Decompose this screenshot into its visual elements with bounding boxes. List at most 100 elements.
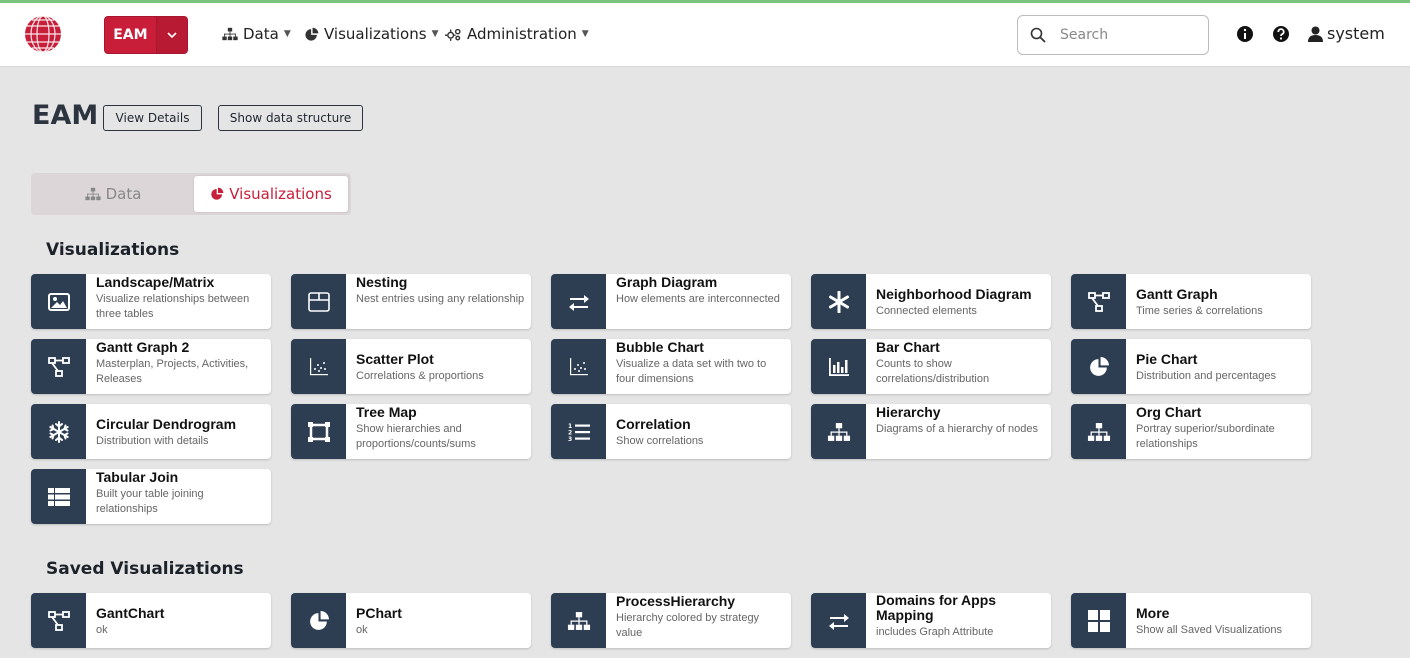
saved-card-domains-for-apps-mapping[interactable]: Domains for Apps Mapping includes Graph A… (811, 593, 1051, 648)
viz-card-title: Hierarchy (876, 404, 941, 420)
menu-data-label: Data (243, 25, 279, 43)
saved-card-title: PChart (356, 605, 402, 621)
viz-card-desc: Connected elements (876, 305, 977, 317)
viz-card-desc: Diagrams of a hierarchy of nodes (876, 423, 1039, 435)
viz-card-org-chart[interactable]: Org Chart Portray superior/subordinate re… (1071, 404, 1311, 459)
viz-card-title: Tree Map (356, 404, 417, 420)
grid-icon (1087, 609, 1110, 632)
user-name: system (1327, 24, 1385, 43)
tab-visualizations[interactable]: Visualizations (194, 176, 348, 212)
chevron-down-icon: ▼ (283, 29, 291, 39)
app-logo[interactable] (24, 15, 62, 53)
menu-data[interactable]: Data ▼ (222, 25, 291, 43)
sitemap-icon (222, 27, 238, 41)
saved-card-more[interactable]: More Show all Saved Visualizations (1071, 593, 1311, 648)
search-input[interactable] (1060, 27, 1190, 43)
viz-card-desc: Portray superior/subordinate relationshi… (1136, 423, 1275, 450)
viz-card-hierarchy[interactable]: Hierarchy Diagrams of a hierarchy of node… (811, 404, 1051, 459)
viz-card-gantt-graph-2[interactable]: Gantt Graph 2 Masterplan, Projects, Activ… (31, 339, 271, 394)
workspace-switcher[interactable]: EAM (104, 16, 188, 54)
tab-data[interactable]: Data (34, 176, 192, 212)
saved-card-title: ProcessHierarchy (616, 593, 736, 609)
cogs-icon (445, 28, 461, 41)
top-navbar: EAM Data ▼ Visualizations ▼ Administrati… (0, 3, 1410, 67)
viz-card-title: Pie Chart (1136, 351, 1198, 367)
menu-administration-label: Administration (467, 25, 577, 43)
viz-card-bubble-chart[interactable]: Bubble Chart Visualize a data set with tw… (551, 339, 791, 394)
treemap-icon (307, 421, 330, 442)
viz-card-tabular-join[interactable]: Tabular Join Built your table joining rel… (31, 469, 271, 524)
viz-card-desc: Built your table joining relationships (96, 488, 204, 515)
viz-card-neighborhood-diagram[interactable]: Neighborhood Diagram Connected elements (811, 274, 1051, 329)
saved-card-pchart[interactable]: PChart ok (291, 593, 531, 648)
viz-card-title: Correlation (616, 416, 691, 432)
view-tabs: Data Visualizations (31, 173, 351, 215)
saved-card-processhierarchy[interactable]: ProcessHierarchy Hierarchy colored by str… (551, 593, 791, 648)
asterisk-icon (828, 290, 849, 313)
saved-card-title: Domains for Apps Mapping (876, 593, 997, 623)
pie-chart-icon (309, 610, 329, 630)
tab-data-label: Data (105, 185, 142, 203)
exchange-icon (568, 294, 589, 311)
svg-text:3: 3 (568, 436, 572, 442)
viz-card-correlation[interactable]: 123 Correlation Show correlations (551, 404, 791, 459)
sitemap-icon (567, 611, 590, 630)
view-details-button[interactable]: View Details (103, 105, 202, 131)
saved-card-desc: Show all Saved Visualizations (1136, 624, 1282, 636)
sitemap-icon (827, 422, 850, 441)
saved-card-title: More (1136, 605, 1170, 621)
visualizations-section-title: Visualizations (46, 240, 180, 260)
saved-card-desc: ok (96, 624, 108, 636)
sitemap-icon (84, 187, 101, 201)
viz-card-tree-map[interactable]: Tree Map Show hierarchies and proportions… (291, 404, 531, 459)
viz-card-graph-diagram[interactable]: Graph Diagram How elements are interconne… (551, 274, 791, 329)
saved-card-gantchart[interactable]: GantChart ok (31, 593, 271, 648)
help-icon[interactable] (1272, 25, 1290, 43)
viz-card-title: Circular Dendrogram (96, 416, 237, 432)
viz-card-desc: How elements are interconnected (616, 293, 780, 305)
viz-card-gantt-graph[interactable]: Gantt Graph Time series & correlations (1071, 274, 1311, 329)
viz-card-desc: Masterplan, Projects, Activities, Releas… (96, 358, 249, 385)
viz-card-circular-dendrogram[interactable]: Circular Dendrogram Distribution with det… (31, 404, 271, 459)
tab-visualizations-label: Visualizations (229, 185, 332, 203)
saved-card-desc: includes Graph Attribute (876, 626, 994, 638)
info-icon[interactable] (1236, 25, 1254, 43)
flow-icon (1087, 291, 1110, 312)
saved-visualizations-section-title: Saved Visualizations (46, 559, 244, 579)
viz-card-title: Nesting (356, 274, 408, 290)
viz-card-desc: Show correlations (616, 435, 704, 447)
viz-card-title: Graph Diagram (616, 274, 718, 290)
pie-chart-icon (305, 27, 319, 41)
viz-card-desc: Counts to show correlations/distribution (876, 358, 990, 385)
scatter-icon (569, 358, 588, 376)
viz-card-scatter-plot[interactable]: Scatter Plot Correlations & proportions (291, 339, 531, 394)
user-icon (1308, 26, 1323, 42)
viz-card-nesting[interactable]: Nesting Nest entries using any relationsh… (291, 274, 531, 329)
viz-card-title: Org Chart (1136, 404, 1202, 420)
viz-card-title: Bubble Chart (616, 339, 704, 355)
image-icon (47, 292, 70, 311)
viz-card-desc: Visualize a data set with two to four di… (616, 358, 767, 385)
viz-card-title: Gantt Graph (1136, 286, 1218, 302)
viz-card-title: Gantt Graph 2 (96, 339, 190, 355)
show-data-structure-button[interactable]: Show data structure (218, 105, 363, 131)
menu-visualizations[interactable]: Visualizations ▼ (304, 25, 438, 43)
pie-chart-icon (211, 187, 224, 200)
menu-administration[interactable]: Administration ▼ (445, 25, 589, 43)
viz-card-desc: Correlations & proportions (356, 370, 484, 382)
user-menu[interactable]: system (1308, 24, 1385, 43)
box-icon (307, 291, 330, 312)
viz-card-title: Scatter Plot (356, 351, 434, 367)
flow-icon (47, 610, 70, 631)
list-ol-icon: 123 (568, 423, 590, 442)
viz-card-desc: Nest entries using any relationship (356, 293, 525, 305)
viz-card-bar-chart[interactable]: Bar Chart Counts to show correlations/dis… (811, 339, 1051, 394)
viz-card-pie-chart[interactable]: Pie Chart Distribution and percentages (1071, 339, 1311, 394)
viz-card-landscape-matrix[interactable]: Landscape/Matrix Visualize relationships … (31, 274, 271, 329)
pie-chart-icon (1089, 356, 1109, 376)
snowflake-icon (48, 420, 69, 443)
viz-card-desc: Distribution with details (96, 435, 209, 447)
chevron-down-icon[interactable] (155, 17, 187, 53)
search-box[interactable] (1017, 15, 1209, 55)
saved-card-desc: ok (356, 624, 368, 636)
